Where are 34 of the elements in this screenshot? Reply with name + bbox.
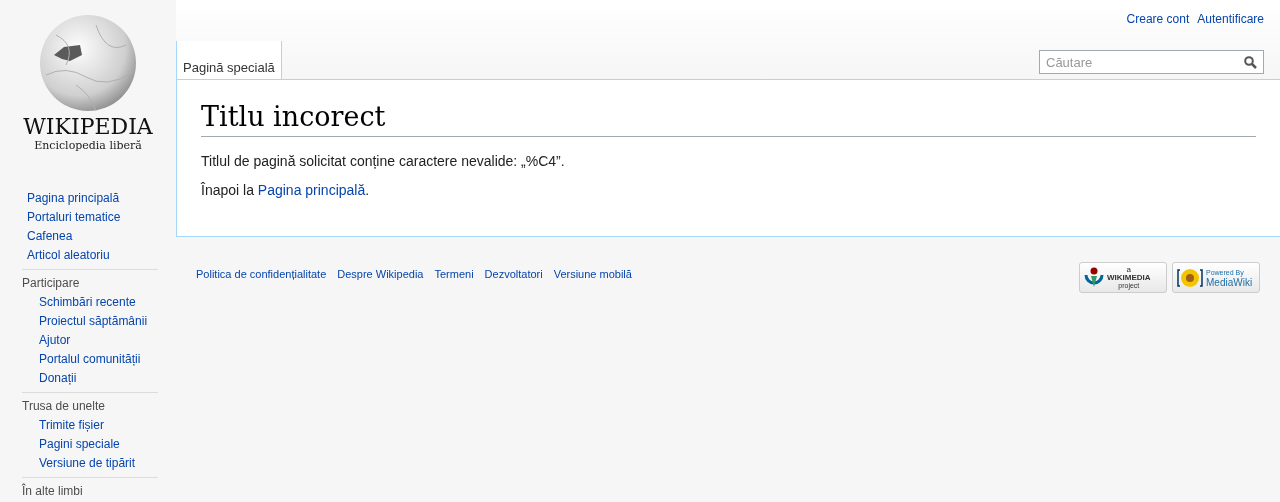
footer-link[interactable]: Politica de confidențialitate	[196, 266, 327, 283]
sidebar-link[interactable]: Portalul comunității	[22, 350, 141, 369]
sidebar-link[interactable]: Pagina principală	[27, 189, 120, 208]
sidebar-link[interactable]: Pagini speciale	[22, 435, 120, 454]
sidebar-heading[interactable]: Participare	[22, 274, 80, 293]
search-icon[interactable]	[1244, 55, 1257, 69]
footer-link[interactable]: Termeni	[434, 266, 474, 283]
footer-link[interactable]: Dezvoltatori	[484, 266, 543, 283]
back-text: Înapoi la Pagina principală.	[201, 181, 371, 200]
sidebar-heading[interactable]: Trusa de unelte	[22, 397, 105, 416]
badge-text: a	[1126, 265, 1131, 274]
logo-wordmark: WIKIPEDIA	[23, 115, 153, 139]
footer-link[interactable]: Versiune mobilă	[553, 266, 632, 283]
badge-text: WIKIMEDIA	[1107, 273, 1151, 282]
badge-text: MediaWiki	[1206, 277, 1253, 288]
sidebar-link[interactable]: Trimite fișier	[22, 416, 104, 435]
search-field[interactable]: Căutare	[1039, 50, 1264, 74]
footer-link[interactable]: Despre Wikipedia	[337, 266, 424, 283]
account-link[interactable]: Creare cont	[1126, 10, 1190, 28]
page-title: Titlu incorect	[201, 100, 1256, 137]
sidebar-link[interactable]: Proiectul săptămânii	[22, 312, 148, 331]
sidebar-link[interactable]: Cafenea	[27, 227, 73, 246]
sidebar-link[interactable]: Versiune de tipărit	[22, 454, 136, 473]
sidebar-link[interactable]: Donații	[22, 369, 77, 388]
logo-tagline: Enciclopedia liberă	[34, 139, 142, 153]
sidebar-link[interactable]: Schimbări recente	[22, 293, 136, 312]
sidebar-heading[interactable]: În alte limbi	[22, 482, 83, 501]
sidebar-link[interactable]: Articol aleatoriu	[27, 246, 110, 265]
sidebar-link[interactable]: Ajutor	[22, 331, 71, 350]
sidebar-link[interactable]: Portaluri tematice	[27, 208, 121, 227]
page-tab[interactable]: Pagină specială	[176, 41, 282, 79]
account-link[interactable]: Autentificare	[1197, 10, 1264, 28]
error-message: Titlul de pagină solicitat conține caractere nevalide: „%C4”.	[201, 152, 566, 171]
sunflower-icon	[1177, 266, 1203, 289]
